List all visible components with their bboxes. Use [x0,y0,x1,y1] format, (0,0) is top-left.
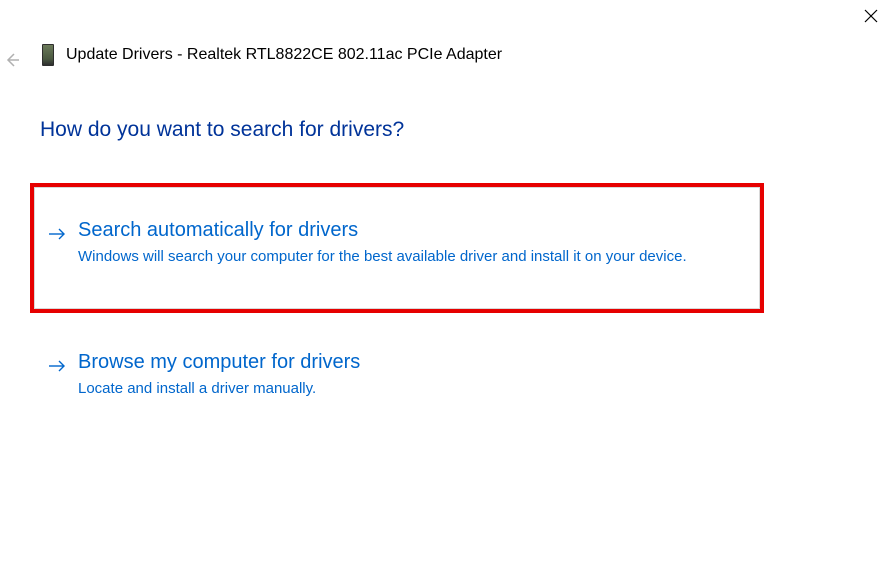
option-body: Browse my computer for drivers Locate an… [78,351,744,401]
option-body: Search automatically for drivers Windows… [78,219,744,269]
option-search-automatically[interactable]: Search automatically for drivers Windows… [30,183,764,313]
window-title: Update Drivers - Realtek RTL8822CE 802.1… [66,46,502,64]
device-icon [42,44,54,66]
option-title: Browse my computer for drivers [78,351,744,374]
options-container: Search automatically for drivers Windows… [30,183,764,420]
page-heading: How do you want to search for drivers? [40,118,404,142]
arrow-right-icon [48,225,66,243]
close-icon [864,9,878,23]
close-button[interactable] [859,4,883,28]
back-button[interactable] [0,48,24,72]
arrow-right-icon [48,357,66,375]
option-description: Windows will search your computer for th… [78,246,698,269]
option-title: Search automatically for drivers [78,219,744,242]
back-arrow-icon [4,52,20,68]
option-description: Locate and install a driver manually. [78,378,698,401]
window-title-row: Update Drivers - Realtek RTL8822CE 802.1… [42,44,502,66]
option-browse-computer[interactable]: Browse my computer for drivers Locate an… [30,331,764,421]
